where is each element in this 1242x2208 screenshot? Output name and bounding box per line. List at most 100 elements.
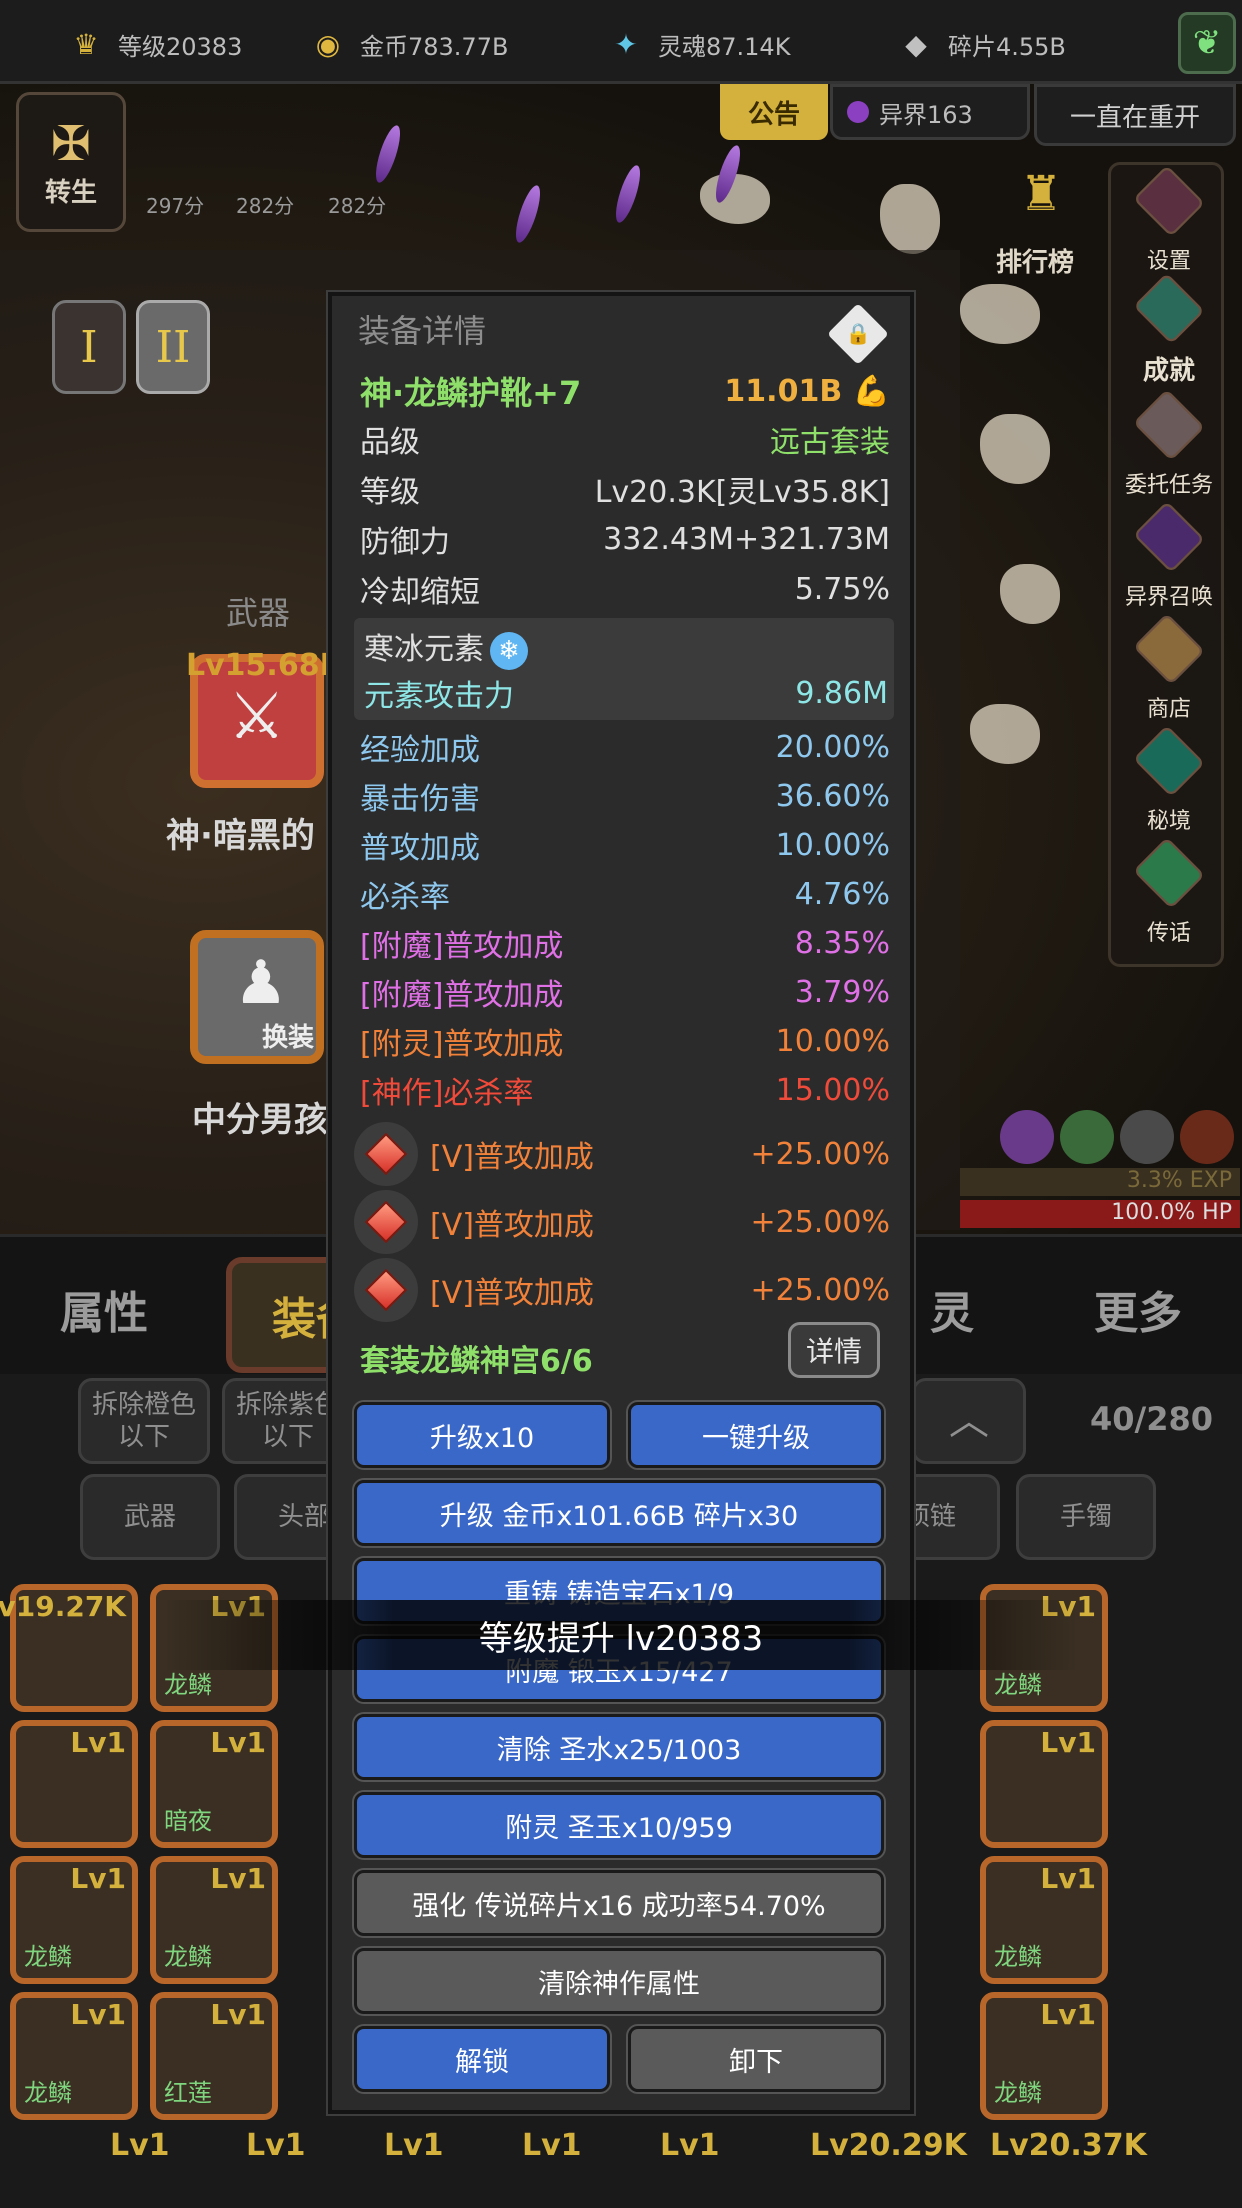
lock-icon[interactable]: 🔒	[827, 303, 889, 365]
ruby-gem-icon	[354, 1122, 418, 1186]
skill-icon[interactable]	[1180, 1110, 1234, 1164]
message-label: 传话	[1146, 921, 1191, 946]
upgrade-cost-button[interactable]: 升级 金币x101.66B 碎片x30	[354, 1480, 884, 1546]
otherworld-label: 异界163	[879, 100, 973, 129]
stat-value: 10.00%	[775, 1023, 890, 1059]
tier-2-button[interactable]: II	[136, 300, 210, 394]
score-3: 282分	[328, 194, 387, 218]
side-menu: 设置 成就 委托任务 异界召唤 商店 秘境 传话	[1108, 162, 1224, 967]
crown-icon: ♛	[73, 27, 99, 61]
rock-decoration	[960, 284, 1040, 344]
item-level: Lv1	[1040, 1726, 1096, 1759]
one-click-upgrade-button[interactable]: 一键升级	[628, 1402, 884, 1468]
skill-icon[interactable]	[1000, 1110, 1054, 1164]
tab-more[interactable]: 更多	[1094, 1277, 1182, 1341]
commission-button[interactable]: 委托任务	[1111, 388, 1227, 499]
filter-bracelet[interactable]: 手镯	[1016, 1474, 1156, 1560]
gem-key: [V]普攻加成	[430, 1140, 594, 1175]
stat-value: 10.00%	[775, 827, 890, 863]
tab-spirit[interactable]: 灵	[930, 1277, 974, 1341]
item-level: Lv1	[210, 1862, 266, 1895]
settings-button[interactable]: 设置	[1111, 164, 1227, 275]
strengthen-button[interactable]: 强化 传说碎片x16 成功率54.70%	[354, 1870, 884, 1936]
notice-button[interactable]: 公告	[720, 84, 828, 140]
resource-bar: ♛ 等级20383 ◉ 金币783.77B ✦ 灵魂87.14K ◆ 碎片4.5…	[0, 0, 1242, 84]
stat-key: [神作]必杀率	[360, 1076, 534, 1111]
stat-key: [附魔]普攻加成	[360, 929, 564, 964]
stat-key: [附灵]普攻加成	[360, 1027, 564, 1062]
tab-attributes[interactable]: 属性	[60, 1277, 148, 1341]
stat-value: 远古套装	[770, 425, 890, 460]
costume-slot[interactable]: ♟ 换装	[190, 930, 324, 1064]
inventory-item[interactable]: Lv1	[980, 1720, 1108, 1848]
upgrade-x10-button[interactable]: 升级x10	[354, 1402, 610, 1468]
inventory-item[interactable]: Lv1 红莲	[150, 1992, 278, 2120]
skill-icon[interactable]	[1060, 1110, 1114, 1164]
item-level: Lv1	[384, 2128, 444, 2163]
score-2: 282分	[236, 194, 295, 218]
item-power: 11.01B 💪	[724, 374, 890, 409]
enchant-row: [附魔]普攻加成 8.35%	[360, 920, 890, 966]
shop-button[interactable]: 商店	[1111, 612, 1227, 723]
coin-icon: ◉	[315, 27, 341, 61]
portal-icon	[1132, 500, 1206, 574]
inventory-item[interactable]: Lv1 龙鳞	[10, 1856, 138, 1984]
inventory-item[interactable]: Lv1 龙鳞	[980, 1992, 1108, 2120]
rock-decoration	[1000, 564, 1060, 624]
summon-button[interactable]: 异界召唤	[1111, 500, 1227, 611]
inventory-item[interactable]: Lv1 暗夜	[150, 1720, 278, 1848]
stat-value: 9.86M	[795, 675, 888, 711]
clear-artifact-button[interactable]: 清除神作属性	[354, 1948, 884, 2014]
inventory-item[interactable]: Lv1 龙鳞	[980, 1856, 1108, 1984]
stat-row: 等级 Lv20.3K[灵Lv35.8K]	[360, 466, 890, 512]
stat-key: 普攻加成	[360, 831, 480, 866]
gem-row: [V]普攻加成 +25.00%	[354, 1190, 890, 1254]
gear-icon	[1132, 164, 1206, 238]
inventory-item[interactable]: Lv19.27K	[0, 1584, 138, 1712]
achievement-button[interactable]: 成就	[1111, 272, 1227, 387]
item-name: 龙鳞	[164, 1671, 212, 1699]
inventory-item[interactable]: Lv1 龙鳞	[150, 1856, 278, 1984]
soul-value: 灵魂87.14K	[658, 32, 791, 61]
rebirth-button[interactable]: ✠ 转生	[16, 92, 126, 232]
bonus-row: 必杀率 4.76%	[360, 871, 890, 917]
costume-name: 中分男孩	[192, 1100, 328, 1140]
item-level: Lv1	[70, 1726, 126, 1759]
otherworld-button[interactable]: 异界163	[830, 84, 1030, 140]
restart-button[interactable]: 一直在重开	[1034, 84, 1236, 146]
crystal-decoration	[511, 182, 545, 246]
gem-row: [V]普攻加成 +25.00%	[354, 1122, 890, 1186]
secret-realm-button[interactable]: 秘境	[1111, 724, 1227, 835]
leaf-menu-button[interactable]: ❦	[1178, 12, 1236, 74]
shard-value: 碎片4.55B	[948, 32, 1066, 61]
item-level: Lv1	[660, 2128, 720, 2163]
weapon-name: 神·暗黑的	[166, 816, 315, 856]
unequip-button[interactable]: 卸下	[628, 2026, 884, 2092]
filter-weapon[interactable]: 武器	[80, 1474, 220, 1560]
unlock-button[interactable]: 解锁	[354, 2026, 610, 2092]
remove-orange-button[interactable]: 拆除橙色 以下	[78, 1378, 210, 1464]
stat-value: 3.79%	[794, 974, 890, 1010]
stat-row: 品级 远古套装	[360, 416, 890, 462]
inventory-item[interactable]: Lv1	[10, 1720, 138, 1848]
collapse-button[interactable]: ︿	[912, 1378, 1026, 1464]
muscle-icon: 💪	[852, 373, 890, 409]
inventory-item[interactable]: Lv1 龙鳞	[10, 1992, 138, 2120]
equipment-detail-popup: 装备详情 🔒 神·龙鳞护靴+7 11.01B 💪 品级 远古套装 等级 Lv20.3…	[328, 292, 914, 2114]
message-button[interactable]: 传话	[1111, 836, 1227, 947]
stat-value: 4.76%	[794, 876, 890, 912]
spirit-attach-button[interactable]: 附灵 圣玉x10/959	[354, 1792, 884, 1858]
tier-1-button[interactable]: I	[52, 300, 126, 394]
ruby-gem-icon	[354, 1258, 418, 1322]
clear-button[interactable]: 清除 圣水x25/1003	[354, 1714, 884, 1780]
set-detail-button[interactable]: 详情	[788, 1322, 880, 1378]
snowflake-icon: ❄	[490, 631, 528, 670]
stat-value: 5.75%	[794, 571, 890, 607]
exp-bar: 3.3% EXP	[960, 1168, 1240, 1196]
skill-icon[interactable]	[1120, 1110, 1174, 1164]
rock-decoration	[880, 184, 940, 254]
rock-decoration	[700, 174, 770, 224]
ranking-button[interactable]: 排行榜	[996, 242, 1074, 279]
item-level: Lv1	[210, 1726, 266, 1759]
item-level: Lv19.27K	[0, 1590, 126, 1623]
